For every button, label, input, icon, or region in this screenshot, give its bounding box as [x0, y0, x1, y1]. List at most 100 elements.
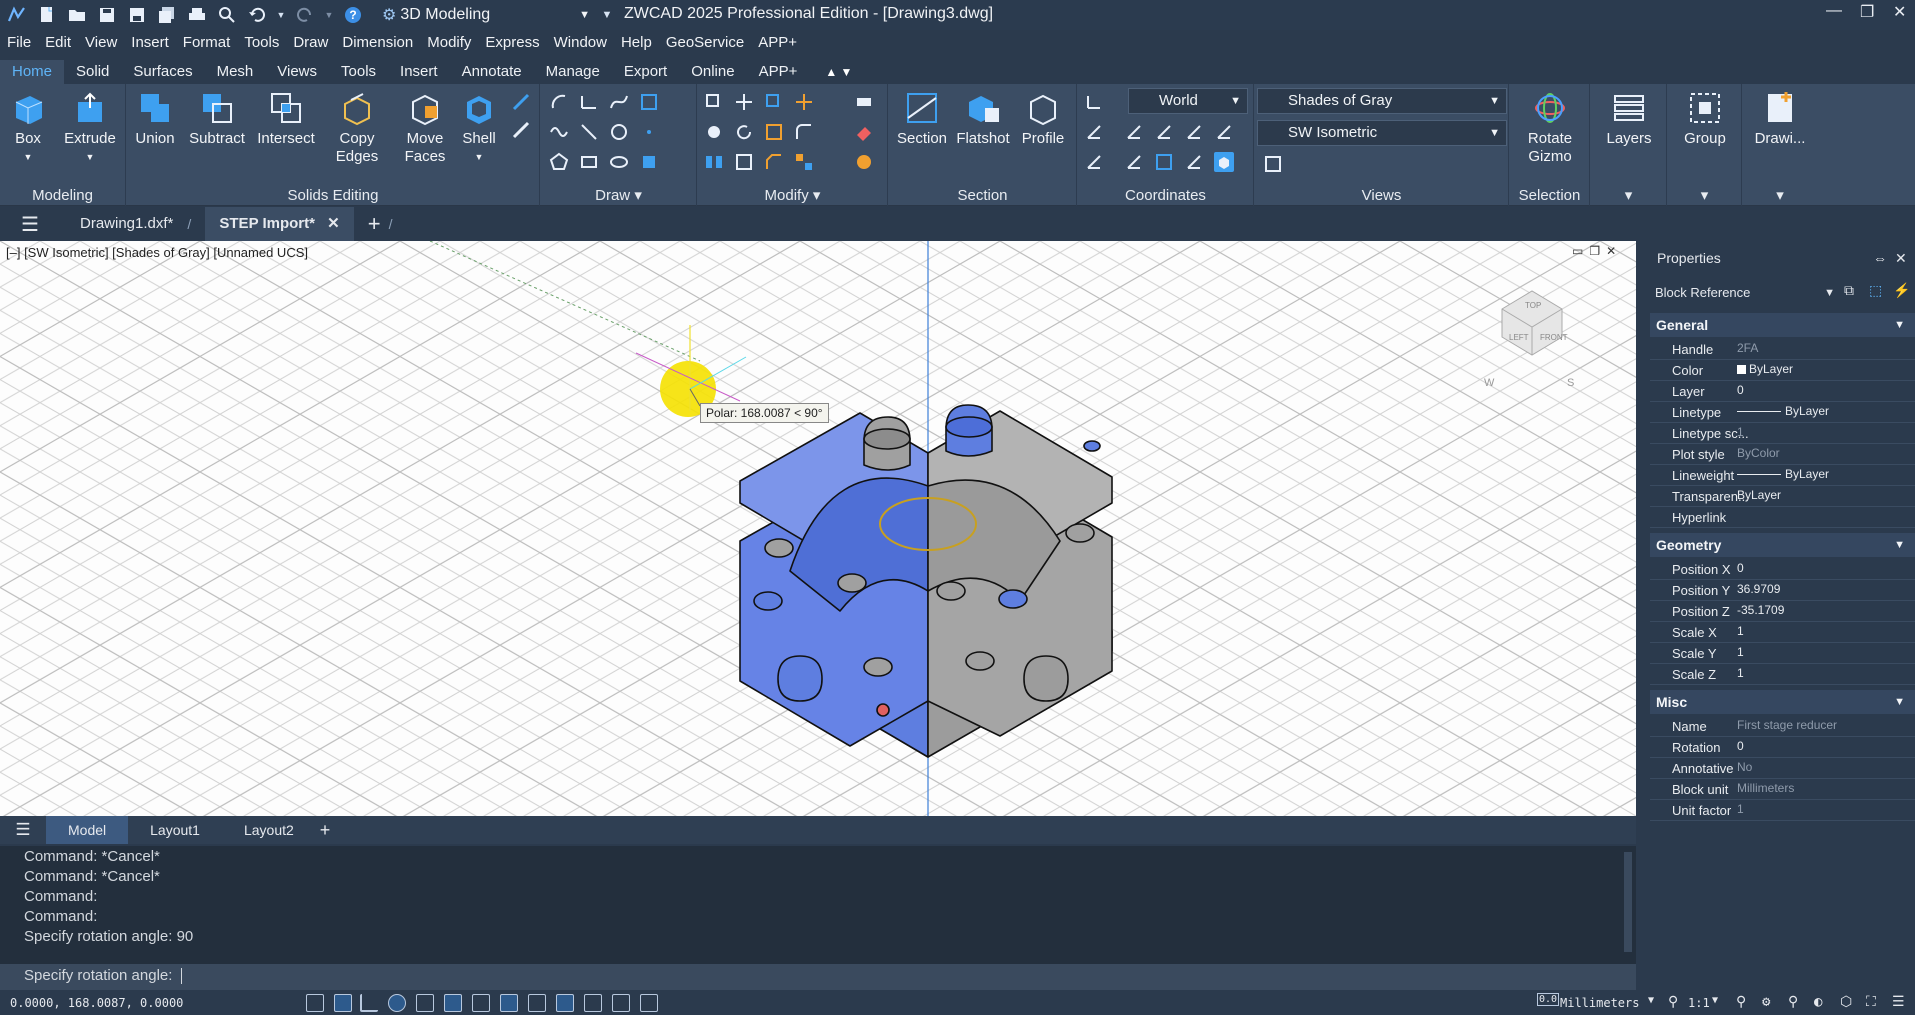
- tab-export[interactable]: Export: [612, 60, 679, 84]
- menu-express[interactable]: Express: [485, 34, 539, 51]
- prop-row-transparency[interactable]: Transparen... ByLayer: [1650, 486, 1915, 507]
- stretch-icon[interactable]: [734, 152, 754, 172]
- customize-toolbar-icon[interactable]: ▼: [596, 4, 618, 26]
- view-cube-top-label[interactable]: TOP: [1525, 301, 1541, 310]
- prop-row-linetype[interactable]: Linetype ByLayer: [1650, 402, 1915, 423]
- command-line[interactable]: Specify rotation angle:: [0, 964, 1636, 990]
- circle-icon[interactable]: [609, 122, 629, 142]
- model-viewport[interactable]: TOP LEFT FRONT W S [–] [SW Isometric] [S…: [0, 241, 1636, 816]
- annotation-scale-value[interactable]: 1:1: [1688, 996, 1710, 1010]
- menu-format[interactable]: Format: [183, 34, 231, 51]
- ucs-object-icon[interactable]: [1154, 152, 1174, 172]
- tab-layout2[interactable]: Layout2: [222, 816, 316, 844]
- erase-icon[interactable]: [854, 92, 874, 112]
- chamfer-icon[interactable]: [764, 152, 784, 172]
- scale-icon[interactable]: [764, 122, 784, 142]
- tab-solid[interactable]: Solid: [64, 60, 121, 84]
- snap-icon[interactable]: [334, 994, 352, 1012]
- viewport-config-icon[interactable]: [1263, 154, 1283, 174]
- select-objects-icon[interactable]: ⬚: [1869, 282, 1882, 299]
- add-tab-icon[interactable]: +: [368, 211, 381, 237]
- visual-style-dropdown[interactable]: Shades of Gray ▼: [1257, 88, 1507, 114]
- tab-mesh[interactable]: Mesh: [205, 60, 266, 84]
- prop-row-position-y[interactable]: Position Y 36.9709: [1650, 580, 1915, 601]
- add-layout-icon[interactable]: +: [320, 820, 331, 841]
- section-general[interactable]: General ▼: [1650, 313, 1915, 337]
- prop-row-position-x[interactable]: Position X0: [1650, 559, 1915, 580]
- fillet-icon[interactable]: [794, 122, 814, 142]
- tab-model[interactable]: Model: [46, 816, 129, 844]
- menu-modify[interactable]: Modify: [427, 34, 471, 51]
- tab-manage[interactable]: Manage: [534, 60, 612, 84]
- redo-icon[interactable]: [294, 4, 316, 26]
- menu-window[interactable]: Window: [554, 34, 607, 51]
- align-icon[interactable]: [794, 152, 814, 172]
- save-all-icon[interactable]: [156, 4, 178, 26]
- prop-row-lineweight[interactable]: Lineweight ByLayer: [1650, 465, 1915, 486]
- hatch-icon[interactable]: [639, 92, 659, 112]
- hardware-acceleration-icon[interactable]: ⬡: [1840, 994, 1852, 1010]
- ucs-y-icon[interactable]: [1154, 122, 1174, 142]
- rectangle-icon[interactable]: [579, 152, 599, 172]
- close-icon[interactable]: ✕: [1895, 243, 1907, 273]
- prop-row-hyperlink[interactable]: Hyperlink: [1650, 507, 1915, 528]
- toggle-pickadd-icon[interactable]: ⧉: [1844, 282, 1854, 299]
- prop-row-layer[interactable]: Layer 0: [1650, 381, 1915, 402]
- menu-tools[interactable]: Tools: [244, 34, 279, 51]
- polyline-icon[interactable]: [579, 92, 599, 112]
- spline-icon[interactable]: [609, 92, 629, 112]
- view-cube-front-label[interactable]: FRONT: [1540, 333, 1568, 342]
- undo-dropdown-icon[interactable]: ▼: [276, 4, 286, 26]
- undo-icon[interactable]: [246, 4, 268, 26]
- chevron-down-icon[interactable]: ▼: [1648, 995, 1654, 1006]
- coordinate-readout[interactable]: 0.0000, 168.0087, 0.0000: [10, 996, 183, 1010]
- eraser-icon[interactable]: [854, 122, 874, 142]
- tab-online[interactable]: Online: [679, 60, 746, 84]
- prop-row-position-z[interactable]: Position Z -35.1709: [1650, 601, 1915, 622]
- ucs-world-icon[interactable]: [1084, 122, 1104, 142]
- close-tab-icon[interactable]: ✕: [327, 215, 340, 232]
- tab-insert[interactable]: Insert: [388, 60, 450, 84]
- section-geometry[interactable]: Geometry ▼: [1650, 533, 1915, 557]
- move-faces-button[interactable]: Move Faces: [395, 90, 455, 166]
- ucs-icon[interactable]: [1084, 92, 1104, 112]
- region-icon[interactable]: [639, 152, 659, 172]
- chevron-down-icon[interactable]: ▾: [1668, 186, 1741, 204]
- polar-icon[interactable]: [388, 994, 406, 1012]
- save-as-icon[interactable]: [126, 4, 148, 26]
- view-dropdown[interactable]: SW Isometric ▼: [1257, 120, 1507, 146]
- face-tool-icon[interactable]: [511, 120, 531, 140]
- menu-file[interactable]: File: [7, 34, 31, 51]
- flatshot-button[interactable]: Flatshot: [955, 90, 1011, 148]
- prop-row-scale-y[interactable]: Scale Y1: [1650, 643, 1915, 664]
- ucs-origin-icon[interactable]: [1084, 152, 1104, 172]
- trim-icon[interactable]: [794, 92, 814, 112]
- extrude-button[interactable]: Extrude ▼: [62, 90, 118, 166]
- move-icon[interactable]: [734, 92, 754, 112]
- chevron-down-icon[interactable]: ▾: [1743, 186, 1817, 204]
- point-icon[interactable]: [639, 122, 659, 142]
- drawing-button[interactable]: Drawi...: [1748, 90, 1812, 148]
- intersect-button[interactable]: Intersect: [253, 90, 319, 148]
- menu-dimension[interactable]: Dimension: [342, 34, 413, 51]
- isolate-objects-icon[interactable]: ◐: [1814, 994, 1822, 1010]
- panel-title-modify[interactable]: Modify ▾: [698, 186, 887, 204]
- menu-help[interactable]: Help: [621, 34, 652, 51]
- prop-row-scale-z[interactable]: Scale Z1: [1650, 664, 1915, 685]
- ucs-dropdown[interactable]: World ▼: [1128, 88, 1248, 114]
- grid-icon[interactable]: [306, 994, 324, 1012]
- menu-edit[interactable]: Edit: [45, 34, 71, 51]
- doc-tab-step-import[interactable]: STEP Import* ✕: [205, 207, 354, 241]
- drawing-canvas[interactable]: [0, 241, 1636, 816]
- new-file-icon[interactable]: [36, 4, 58, 26]
- copy-icon[interactable]: [704, 92, 724, 112]
- pin-icon[interactable]: ⇔: [1873, 243, 1887, 273]
- transparency-icon[interactable]: [556, 994, 574, 1012]
- menu-geoservice[interactable]: GeoService: [666, 34, 744, 51]
- otrack-icon[interactable]: [444, 994, 462, 1012]
- redo-dropdown-icon[interactable]: ▼: [324, 4, 334, 26]
- clean-screen-icon[interactable]: ⛶: [1866, 994, 1876, 1010]
- app-logo-icon[interactable]: [6, 4, 28, 26]
- menu-app-plus[interactable]: APP+: [758, 34, 797, 51]
- menu-draw[interactable]: Draw: [293, 34, 328, 51]
